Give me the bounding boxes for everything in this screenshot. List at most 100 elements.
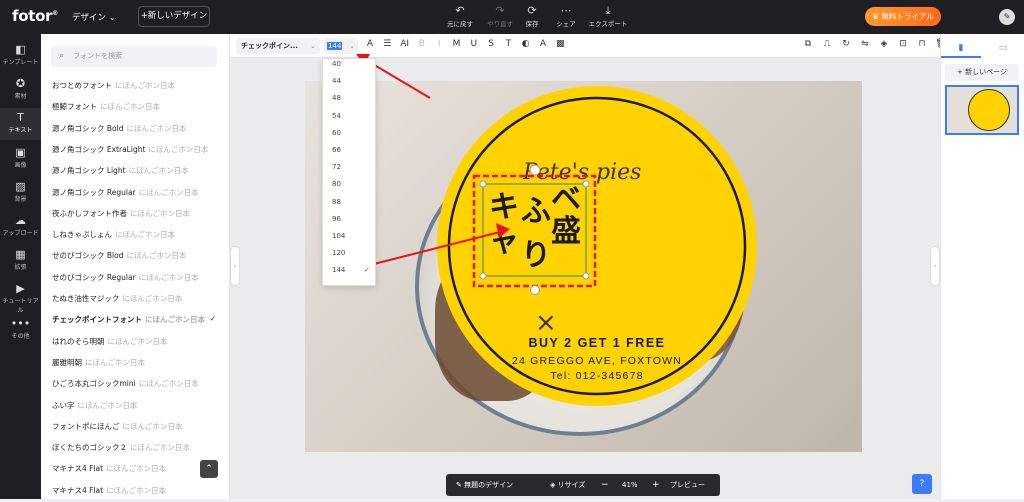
address-text[interactable]: 24 GREGGO AVE, FOXTOWN	[512, 355, 682, 367]
font-list-item[interactable]: せのびゴシック Regular にほんごホン日本	[52, 272, 224, 289]
zoom-out-button[interactable]: −	[601, 474, 609, 496]
design-canvas[interactable]: Pete's pies ⨯ BUY 2 GET 1 FREE 24 GREGGO…	[305, 81, 862, 452]
color-picker-icon[interactable]: ◐	[519, 39, 533, 49]
font-size-option[interactable]: 88	[332, 194, 374, 211]
rail-item-more[interactable]: ••• その他	[0, 314, 41, 346]
undo-button[interactable]: ↶ 元に戻す	[440, 4, 480, 28]
rail-item-elements[interactable]: ✪ 素材	[0, 74, 41, 106]
font-size-option[interactable]: 120	[332, 245, 374, 262]
fotor-logo[interactable]: fotor®	[12, 7, 58, 25]
free-trial-button[interactable]: ♛ 無料トライアル	[865, 7, 941, 26]
font-size-option[interactable]: 80	[332, 176, 374, 193]
font-size-option[interactable]: 72	[332, 159, 374, 176]
font-list-item[interactable]: フォントポにほんご にほんごホン日本	[52, 421, 224, 438]
help-button[interactable]: ?	[912, 474, 932, 494]
move-handle[interactable]	[530, 285, 540, 295]
tel-text[interactable]: Tel: 012-345678	[550, 370, 643, 382]
font-list-item[interactable]: 麗雅明朝 にほんごホン日本	[52, 357, 224, 374]
font-size-option[interactable]: 44	[332, 73, 374, 90]
font-size-option[interactable]: 40	[332, 56, 374, 73]
preview-button[interactable]: プレビュー	[670, 474, 705, 496]
ai-icon[interactable]: AI	[398, 39, 412, 49]
resize-handle[interactable]	[582, 180, 590, 188]
rail-item-text[interactable]: T テキスト	[0, 108, 41, 140]
rail-item-upload[interactable]: ☁ アップロード	[0, 211, 41, 243]
group-icon[interactable]: ⊡	[896, 39, 910, 49]
rotate-handle[interactable]	[529, 164, 541, 176]
brand-text[interactable]: Pete's pies	[522, 160, 641, 185]
new-design-button[interactable]: +新しいデザイン	[138, 6, 210, 27]
font-list-item[interactable]: しねきゃぷしょん にほんごホン日本	[52, 229, 224, 246]
rotate-icon[interactable]: ↻	[839, 39, 853, 49]
font-list-item[interactable]: おつとめフォント にほんごホン日本	[52, 80, 224, 97]
font-size-option[interactable]: 60	[332, 125, 374, 142]
design-name[interactable]: ✎ 無題のデザイン	[456, 474, 513, 496]
font-list-item[interactable]: ぼくたちのゴシック２ にほんごホン日本	[52, 442, 224, 459]
font-list-item[interactable]: せのびゴシック Blod にほんごホン日本	[52, 250, 224, 267]
stamp-icon[interactable]: ⎍	[820, 39, 834, 49]
font-list-item[interactable]: マキナス4 Flat にほんごホン日本	[52, 485, 224, 502]
font-size-option[interactable]: 48	[332, 90, 374, 107]
share-button[interactable]: ⋯ シェア	[546, 4, 586, 28]
font-list-item[interactable]: 源ノ角ゴシック Bold にほんごホン日本	[52, 123, 224, 140]
rail-item-template[interactable]: ◧ テンプレート	[0, 40, 41, 72]
font-list-item[interactable]: たぬき油性マジック にほんごホン日本	[52, 293, 224, 310]
font-size-option[interactable]: 104	[332, 228, 374, 245]
font-size-option[interactable]: 66	[332, 142, 374, 159]
chevron-down-icon: ⌄	[349, 42, 355, 50]
collapse-right-button[interactable]: ›	[930, 246, 940, 286]
font-size-option[interactable]: 96	[332, 211, 374, 228]
font-size-option[interactable]: 144 ✓	[332, 262, 374, 279]
design-menu[interactable]: デザイン ⌄	[72, 11, 116, 23]
case-icon[interactable]: T	[501, 39, 515, 49]
scroll-top-button[interactable]: ⌃	[200, 460, 218, 478]
font-list-item[interactable]: 源ノ角ゴシック Regular にほんごホン日本	[52, 187, 224, 204]
font-list-item[interactable]: マキナス4 Flat にほんごホン日本	[52, 463, 224, 480]
font-list-item[interactable]: 源ノ角ゴシック Light にほんごホン日本	[52, 165, 224, 182]
rail-item-image[interactable]: ▣ 画像	[0, 143, 41, 175]
bold-icon[interactable]: B	[415, 39, 429, 49]
rail-item-collage[interactable]: ▦ 拡張	[0, 245, 41, 277]
image-tab-icon[interactable]: ▭	[983, 38, 1023, 58]
lock-icon[interactable]: ⊓	[915, 39, 929, 49]
resize-handle[interactable]	[479, 180, 487, 188]
elements-icon: ✪	[15, 77, 26, 90]
pages-tab-icon[interactable]: ▮	[941, 38, 981, 58]
rail-item-background[interactable]: ▨ 背景	[0, 177, 41, 209]
layers-icon[interactable]: ◈	[877, 39, 891, 49]
resize-button[interactable]: ◈ リサイズ	[550, 474, 585, 496]
resize-handle[interactable]	[582, 272, 590, 280]
background-icon: ▨	[15, 180, 26, 193]
transparency-icon[interactable]: ▩	[553, 39, 567, 49]
add-page-button[interactable]: + 新しいページ	[945, 64, 1019, 81]
flip-icon[interactable]: ⇋	[858, 39, 872, 49]
font-size-option[interactable]: 54	[332, 108, 374, 125]
page-thumbnail[interactable]	[945, 85, 1019, 135]
poster-graphic: Pete's pies ⨯ BUY 2 GET 1 FREE 24 GREGGO…	[437, 86, 757, 406]
collapse-left-button[interactable]: ‹	[230, 246, 240, 286]
font-size-select[interactable]: 144 ⌄	[324, 38, 358, 54]
font-list-item[interactable]: ふい字 にほんごホン日本	[52, 400, 224, 417]
export-button[interactable]: ⤓ エクスポート	[588, 4, 628, 28]
font-list-item[interactable]: 極鯨フォント にほんごホン日本	[52, 101, 224, 118]
strikethrough-icon[interactable]: S	[484, 39, 498, 49]
font-family-select[interactable]: チェックポイン... ⌄	[236, 38, 320, 54]
letter-spacing-icon[interactable]: M	[450, 39, 464, 49]
font-list-item[interactable]: ひごろ本丸ゴシックmini にほんごホン日本	[52, 378, 224, 395]
offer-text[interactable]: BUY 2 GET 1 FREE	[529, 336, 666, 350]
align-icon[interactable]: ☰	[380, 39, 394, 49]
italic-icon[interactable]: I	[432, 39, 446, 49]
avatar[interactable]: ✎	[999, 9, 1015, 25]
underline-icon[interactable]: U	[467, 39, 481, 49]
rail-item-tutorial[interactable]: ▶ チュートリアル	[0, 279, 41, 314]
font-list-item[interactable]: 源ノ角ゴシック ExtraLight にほんごホン日本	[52, 144, 224, 161]
font-list-item[interactable]: はれのそら明朝 にほんごホン日本	[52, 336, 224, 353]
font-list-item[interactable]: 夜ふかしフォント作者 にほんごホン日本	[52, 208, 224, 225]
copy-icon[interactable]: ⧉	[801, 39, 815, 49]
zoom-in-button[interactable]: +	[652, 474, 660, 496]
effect-icon[interactable]: A	[536, 39, 550, 49]
resize-handle[interactable]	[479, 272, 487, 280]
font-search-input[interactable]: ⌕ フォントを検索	[51, 46, 217, 67]
font-list-item[interactable]: チェックポイントフォント にほんごホン日本 ✓	[52, 314, 224, 331]
text-color-icon[interactable]: A	[363, 39, 377, 49]
